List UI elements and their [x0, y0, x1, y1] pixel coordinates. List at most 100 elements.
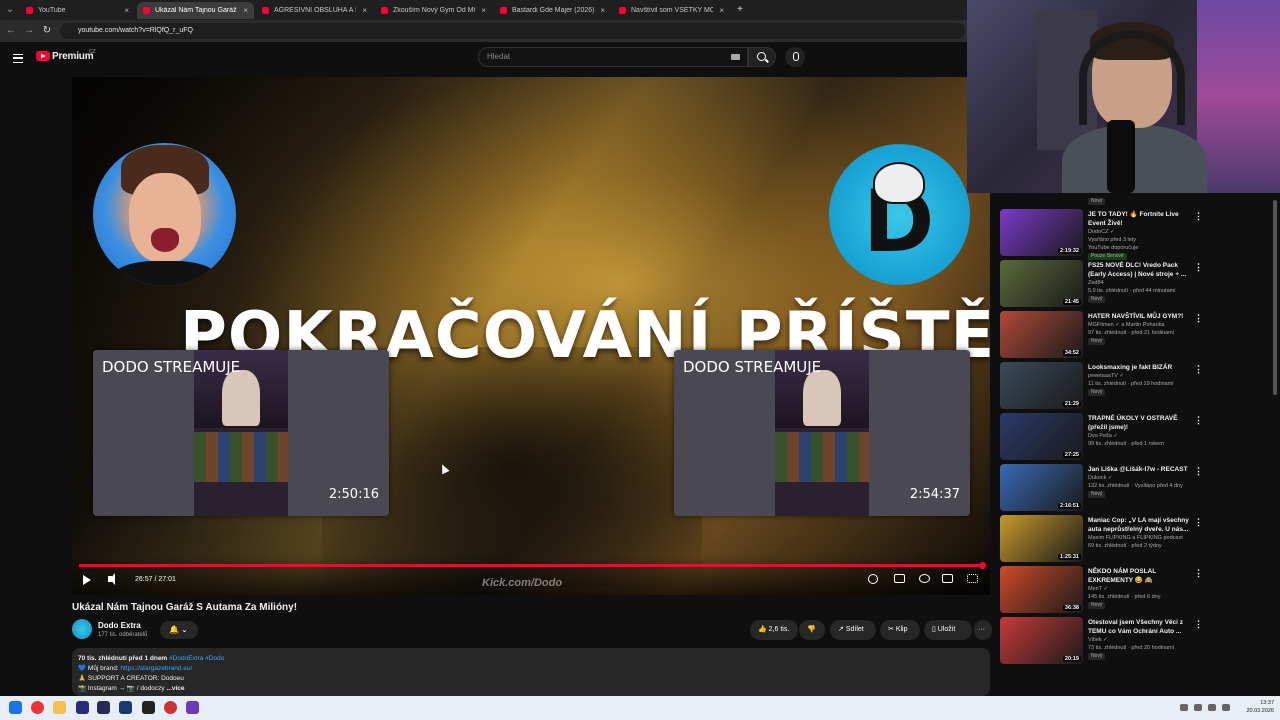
video-title[interactable]: FS25 NOVÉ DLC! Vredo Pack (Early Access)… [1088, 261, 1190, 279]
tab-close-icon[interactable]: × [600, 6, 605, 15]
video-player[interactable]: D POKRAČOVÁNÍ PŘÍŠTĚ DODO STREAMUJE 2:50… [72, 77, 990, 595]
channel-avatar-right[interactable]: D [829, 144, 970, 285]
more-options-icon[interactable]: ⋮ [1194, 262, 1203, 273]
more-options-icon[interactable]: ⋮ [1194, 619, 1203, 630]
video-thumbnail[interactable]: 27:25 [1000, 413, 1083, 460]
search-button[interactable] [748, 47, 776, 67]
video-thumbnail[interactable]: 1:25:31 [1000, 515, 1083, 562]
file-explorer-icon[interactable] [53, 701, 66, 714]
video-thumbnail[interactable]: 21:45 [1000, 260, 1083, 307]
recommended-video[interactable]: 2:19:32 JE TO TADY! 🔥 Fortnite Live Event… [998, 209, 1270, 261]
keyboard-icon[interactable] [731, 54, 740, 60]
browser-tab[interactable]: Zkouším Nový Gym Od MG Fitn × [375, 2, 492, 19]
progress-bar[interactable] [79, 564, 983, 567]
like-button[interactable]: 👍 2,6 tis. [750, 620, 798, 640]
tray-app-icon[interactable] [1194, 704, 1202, 711]
recommended-video[interactable]: 34:52 HATER NAVŠTÍVIL MŮJ GYM?! MGFitman ✓… [998, 311, 1270, 363]
video-thumbnail[interactable]: 2:19:32 [1000, 209, 1083, 256]
more-options-icon[interactable]: ⋮ [1194, 313, 1203, 324]
app-icon[interactable] [164, 701, 177, 714]
miniplayer-icon[interactable] [942, 574, 953, 583]
back-arrow-icon[interactable]: ← [4, 24, 18, 38]
volume-icon[interactable] [108, 573, 115, 585]
video-title[interactable]: Otestoval jsem Všechny Věci z TEMU co Vá… [1088, 618, 1190, 636]
browser-tab-active[interactable]: Ukázal Nám Tajnou Garáž S Au × [137, 2, 254, 19]
recommended-video[interactable]: 21:45 FS25 NOVÉ DLC! Vredo Pack (Early Ac… [998, 260, 1270, 312]
recommended-video[interactable]: 2:16:51 Jan Liška @Lišák-l7w - RECAST Duko… [998, 464, 1270, 516]
recommended-video[interactable]: 27:25 TRAPNÉ ÚKOLY V OSTRAVĚ (přežil jsme… [998, 413, 1270, 465]
tab-close-icon[interactable]: × [124, 6, 129, 15]
search-input[interactable]: Hledat [478, 47, 748, 67]
channel-avatar-left[interactable] [93, 143, 236, 286]
brand-link[interactable]: https://stargazebrand.eu/ [120, 665, 192, 672]
url-field[interactable]: youtube.com/watch?v=RlQfQ_r_uFQ [60, 23, 965, 39]
more-options-icon[interactable]: ⋮ [1194, 364, 1203, 375]
tab-close-icon[interactable]: × [719, 6, 724, 15]
channel-name[interactable]: Maxim FLIPKING a FLIPKING podcast [1088, 535, 1183, 541]
after-effects-icon[interactable] [97, 701, 110, 714]
channel-name[interactable]: DodoCZ ✓ [1088, 229, 1115, 235]
channel-name[interactable]: Zed84 [1088, 280, 1104, 286]
autoplay-toggle-icon[interactable] [868, 574, 878, 584]
video-title[interactable]: NĚKDO NÁM POSLAL EXKREMENTY 😂 🙈 [1088, 567, 1190, 585]
windows-start-icon[interactable] [9, 701, 22, 714]
browser-tab-youtube[interactable]: YouTube × [20, 2, 135, 19]
network-icon[interactable] [1208, 704, 1216, 711]
video-title[interactable]: Jan Liška @Lišák-l7w - RECAST [1088, 465, 1190, 474]
fullscreen-icon[interactable] [967, 574, 978, 583]
show-more-link[interactable]: ...více [166, 685, 184, 692]
premiere-icon[interactable] [76, 701, 89, 714]
video-thumbnail[interactable]: 21:29 [1000, 362, 1083, 409]
recommended-video[interactable]: 1:25:31 Maniac Cop: „V LA mají všechny au… [998, 515, 1270, 567]
more-actions-button[interactable]: ··· [974, 620, 992, 640]
video-title[interactable]: HATER NAVŠTÍVIL MŮJ GYM?! [1088, 312, 1190, 321]
logo-text[interactable]: Premium [52, 51, 94, 62]
new-tab-button[interactable]: + [733, 3, 747, 17]
channel-avatar[interactable] [72, 619, 92, 639]
tab-list-icon[interactable]: ⌄ [3, 3, 17, 17]
sidebar-scrollbar[interactable] [1273, 200, 1277, 395]
video-title[interactable]: Looksmaxing je fakt BIZÁR [1088, 363, 1190, 372]
chrome-icon[interactable] [31, 701, 44, 714]
app-icon[interactable] [186, 701, 199, 714]
video-thumbnail[interactable]: 20:19 [1000, 617, 1083, 664]
forward-arrow-icon[interactable]: → [22, 24, 36, 38]
hashtags[interactable]: #DodoExtra #Dodo [169, 655, 224, 662]
video-thumbnail[interactable]: 34:52 [1000, 311, 1083, 358]
video-thumbnail[interactable]: 36:38 [1000, 566, 1083, 613]
channel-name[interactable]: MGFitman ✓ a Martin Pohanka [1088, 322, 1164, 328]
channel-name[interactable]: Dodo Extra [98, 621, 141, 630]
progress-scrubber[interactable] [978, 562, 986, 569]
more-options-icon[interactable]: ⋮ [1194, 466, 1203, 477]
video-title[interactable]: JE TO TADY! 🔥 Fortnite Live Event Živě! [1088, 210, 1190, 228]
save-button[interactable]: ▯ Uložit [924, 620, 972, 640]
subtitles-icon[interactable] [894, 574, 905, 583]
app-icon[interactable] [142, 701, 155, 714]
video-title[interactable]: TRAPNÉ ÚKOLY V OSTRAVĚ (přežil jsme)! [1088, 414, 1190, 432]
browser-tab[interactable]: Bastardi Gde Majer (2026) HD × [494, 2, 611, 19]
dislike-button[interactable]: 👎 [799, 620, 825, 640]
video-thumbnail[interactable]: 2:16:51 [1000, 464, 1083, 511]
browser-tab[interactable]: Navštívil som VŠETKY MOJE ŠK × [613, 2, 730, 19]
channel-name[interactable]: Dva Peša ✓ [1088, 433, 1118, 439]
browser-tab[interactable]: AGRESIVNÍ OBSLUHA A STRAŠ × [256, 2, 373, 19]
tab-close-icon[interactable]: × [481, 6, 486, 15]
more-options-icon[interactable]: ⋮ [1194, 568, 1203, 579]
clip-button[interactable]: ✂ Klip [880, 620, 920, 640]
photoshop-icon[interactable] [119, 701, 132, 714]
recommended-video[interactable]: 21:29 Looksmaxing je fakt BIZÁR peeetaaaTV… [998, 362, 1270, 414]
play-icon[interactable] [83, 575, 91, 585]
tray-chevron-icon[interactable] [1180, 704, 1188, 711]
volume-tray-icon[interactable] [1222, 704, 1230, 711]
notification-bell-button[interactable]: 🔔 ⌄ [160, 621, 198, 639]
more-options-icon[interactable]: ⋮ [1194, 517, 1203, 528]
tab-close-icon[interactable]: × [362, 6, 367, 15]
reload-icon[interactable]: ↻ [40, 24, 54, 38]
channel-name[interactable]: Vibek ✓ [1088, 637, 1108, 643]
tab-close-icon[interactable]: × [243, 6, 248, 15]
share-button[interactable]: ↗ Sdílet [830, 620, 876, 640]
hamburger-menu-icon[interactable] [13, 54, 23, 63]
endscreen-card-left[interactable]: DODO STREAMUJE 2:50:16 [93, 350, 389, 516]
video-title[interactable]: Maniac Cop: „V LA mají všechny auta nepr… [1088, 516, 1190, 534]
channel-name[interactable]: Dukock ✓ [1088, 475, 1112, 481]
